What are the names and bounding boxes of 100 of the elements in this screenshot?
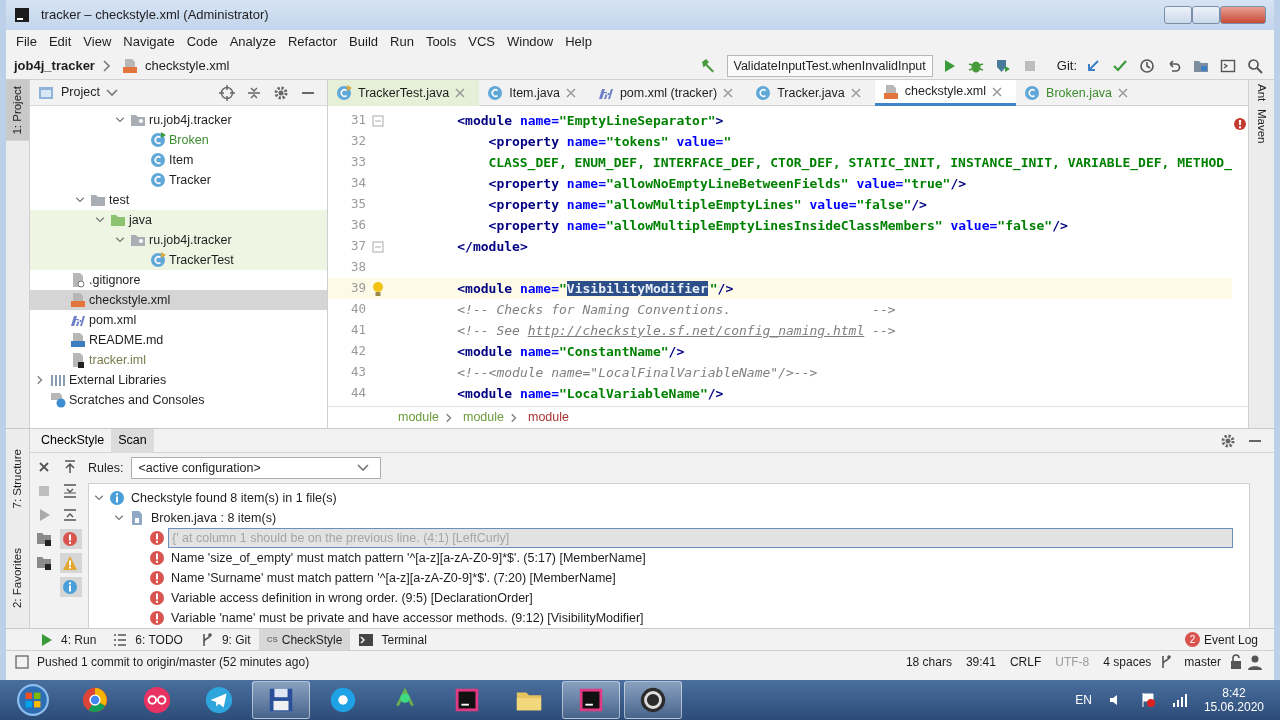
terminal-icon[interactable] [1220,58,1236,74]
check-icon[interactable] [1112,58,1128,74]
history-icon[interactable] [1139,58,1155,74]
breadcrumb-item[interactable]: job4j_tracker [14,56,95,76]
person-icon[interactable] [1247,653,1263,670]
tree-item[interactable]: test [109,190,130,210]
tree-item[interactable]: Broken [169,130,209,150]
flag-icon[interactable] [1139,692,1156,708]
taskbar-button[interactable] [562,681,620,719]
taskbar-button[interactable] [624,681,682,719]
menu-item[interactable]: Edit [42,29,78,54]
warning-icon[interactable] [61,555,78,571]
tool-tab[interactable]: CS CheckStyle [258,629,351,650]
tool-window-tab[interactable]: 2: Favorites [6,542,29,615]
collapse-all-icon[interactable] [61,507,78,523]
event-log-link[interactable]: Event Log [1203,630,1258,649]
error-icon[interactable] [1232,115,1248,132]
line-number: 36 [349,216,366,235]
language-indicator[interactable]: EN [1075,691,1092,709]
folder-icon[interactable] [35,531,52,547]
panel-title[interactable]: Project [61,83,100,102]
tool-window-tab[interactable]: 7: Structure [6,442,29,515]
menu-item[interactable]: Navigate [117,29,181,54]
arrow-icon[interactable] [1085,58,1101,74]
result-item[interactable]: Name 'size_of_empty' must match pattern '^[a-z][a-zA-Z0-9]*$'. (5:17) [MemberName] [168,548,649,568]
taskbar-button[interactable] [252,681,310,719]
menu-item[interactable]: File [10,29,43,54]
status-item[interactable]: 18 chars [898,652,959,671]
info-icon[interactable] [61,579,78,595]
status-item[interactable]: 39:41 [958,652,1003,671]
tree-item[interactable]: .gitignore [89,270,141,290]
editor-tab[interactable]: Item.java [479,80,590,106]
clock-time[interactable]: 8:42 [1222,685,1246,700]
tree-item[interactable]: Scratches and Consoles [69,390,205,410]
code-line: <module name="LocalVariableName"/> [457,384,724,403]
minimize-button[interactable] [1164,6,1192,24]
error-icon[interactable] [61,531,78,547]
settings-icon[interactable] [1220,432,1236,449]
editor-tab[interactable]: pom.xml (tracker) [589,80,748,106]
menu-item[interactable]: VCS [462,29,501,54]
tool-window-tab[interactable]: Maven [1248,105,1275,148]
signal-icon[interactable] [1171,692,1188,708]
tree-item[interactable]: pom.xml [89,310,137,330]
tool-window-tab[interactable]: Ant [1248,80,1275,106]
rules-dropdown[interactable]: <active configuration> [131,457,382,479]
result-item[interactable]: Checkstyle found 8 item(s) in 1 file(s) [128,488,340,508]
menu-item[interactable]: View [77,29,118,54]
menu-item[interactable]: Code [180,29,224,54]
editor-tab[interactable]: checkstyle.xml [874,80,1017,106]
result-item[interactable]: Broken.java : 8 item(s) [148,508,280,528]
result-item[interactable]: Variable access definition in wrong order. (9:5) [DeclarationOrder] [168,588,536,608]
menu-item[interactable]: Window [500,29,560,54]
menu-item[interactable]: Refactor [281,29,344,54]
hammer-icon[interactable] [699,58,716,74]
tree-item[interactable]: java [129,210,152,230]
menu-item[interactable]: Analyze [223,29,282,54]
tree-item[interactable]: tracker.iml [89,350,146,370]
line-number: 31 [349,111,366,130]
result-item[interactable]: Name 'Surname' must match pattern '^[a-z][a-zA-Z0-9]*$'. (7:20) [MemberName] [168,568,619,588]
menu-item[interactable]: Tools [419,29,463,54]
clock-date[interactable]: 15.06.2020 [1203,700,1264,715]
menu-item[interactable]: Run [384,29,420,54]
status-item[interactable]: CRLF [1002,652,1049,671]
expand-all-icon[interactable] [61,483,78,499]
maximize-button[interactable] [1192,6,1220,24]
target-icon[interactable] [218,84,235,101]
tool-tab[interactable]: Terminal [350,629,435,650]
editor-tab[interactable]: Broken.java [1016,80,1143,106]
tree-item[interactable]: README.md [89,330,164,350]
editor-tab[interactable]: TrackerTest.java [327,80,480,106]
panel-tab[interactable]: Scan [111,428,154,453]
close-button[interactable] [1220,6,1266,24]
git-label: Git: [1056,57,1077,76]
search-icon[interactable] [1247,58,1263,74]
editor-tab[interactable]: Tracker.java [747,80,875,106]
menu-item[interactable]: Help [559,29,598,54]
settings-icon[interactable] [272,84,289,101]
result-item[interactable]: Variable 'name' must be private and have accessor methods. (9:12) [VisibilityModifier] [168,608,647,628]
tool-tab[interactable]: 4: Run [30,629,105,650]
count-badge: 2 [1184,632,1200,647]
breadcrumb-item[interactable]: module [462,408,504,427]
breadcrumb-item[interactable]: module [527,408,569,427]
tool-tab[interactable]: 6: TODO [104,629,191,650]
tree-item[interactable]: External Libraries [69,370,167,390]
menu-item[interactable]: Build [343,29,384,54]
breadcrumb-item[interactable]: checkstyle.xml [144,56,230,76]
lock-icon[interactable] [1228,653,1244,670]
tool-tab[interactable]: 9: Git [190,629,259,650]
run-configuration-dropdown[interactable]: ValidateInputTest.whenInvalidInput [726,55,933,77]
tree-item[interactable]: ru.job4j.tracker [149,110,232,130]
status-item[interactable]: 4 spaces [1096,652,1159,671]
status-item[interactable]: master [1177,652,1228,671]
panel-tab[interactable]: CheckStyle [34,428,112,453]
tool-window-tab[interactable]: 1: Project [6,80,29,141]
tree-item[interactable]: Tracker [169,170,211,190]
coverage-icon[interactable] [994,58,1011,74]
breadcrumb-item[interactable]: module [397,408,439,427]
folder-icon[interactable] [35,555,52,571]
tree-item[interactable]: Item [169,150,194,170]
undo-icon[interactable] [1166,58,1182,74]
